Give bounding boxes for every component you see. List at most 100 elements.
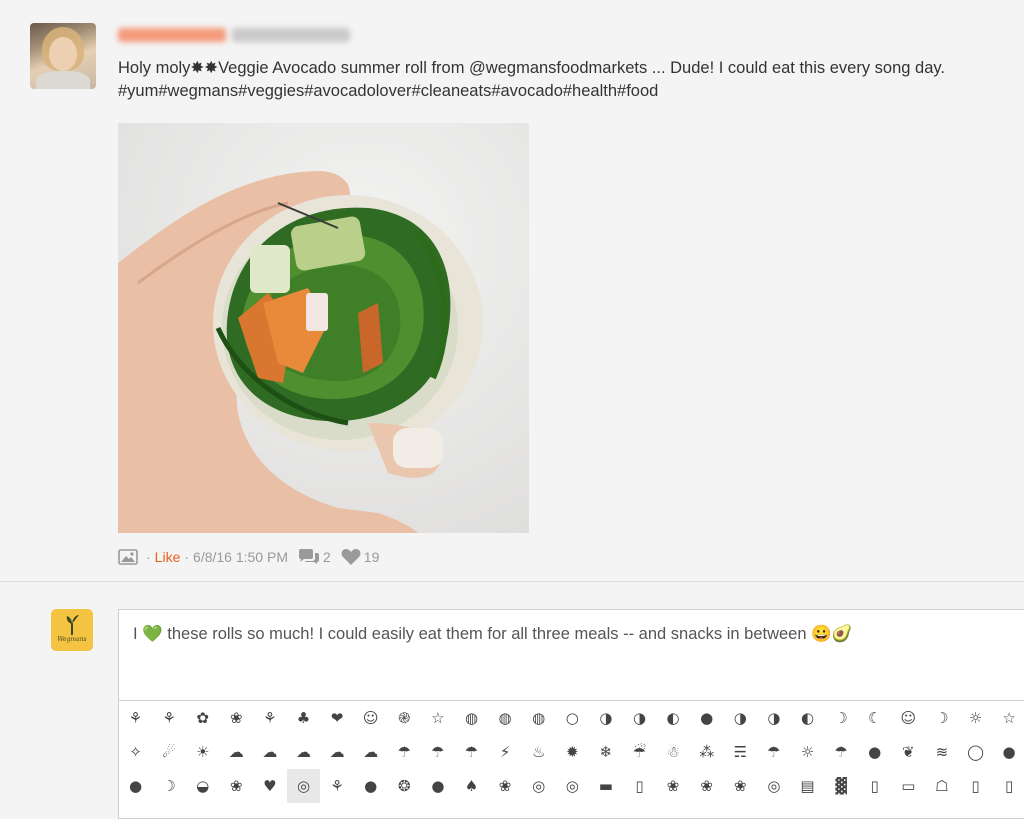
emoji-option[interactable]: ● — [690, 701, 723, 735]
emoji-option[interactable]: ⚘ — [321, 769, 354, 803]
post-photo[interactable] — [118, 123, 529, 533]
emoji-option[interactable]: ● — [421, 769, 454, 803]
emoji-option[interactable]: ☆ — [421, 701, 454, 735]
emoji-option[interactable]: ◑ — [757, 701, 790, 735]
emoji-option[interactable]: ⚘ — [153, 701, 186, 735]
emoji-option[interactable]: ❦ — [892, 735, 925, 769]
emoji-option[interactable]: ▭ — [892, 769, 925, 803]
comment-input[interactable]: I 💚 these rolls so much! I could easily … — [118, 609, 1024, 701]
reply-avatar[interactable]: Wegmans — [51, 609, 93, 651]
emoji-option[interactable]: ◑ — [623, 701, 656, 735]
emoji-option[interactable]: ✧ — [119, 735, 152, 769]
emoji-option[interactable]: ▯ — [993, 769, 1024, 803]
emoji-option[interactable]: ☂ — [388, 735, 421, 769]
post-timestamp[interactable]: 6/8/16 1:50 PM — [193, 546, 288, 568]
avatar-shirt — [36, 71, 90, 89]
emoji-option[interactable]: ⚘ — [253, 701, 286, 735]
emoji-option[interactable]: ○ — [556, 701, 589, 735]
emoji-option[interactable]: ☂ — [455, 735, 488, 769]
emoji-option[interactable]: ✹ — [556, 735, 589, 769]
emoji-option[interactable]: ☁ — [321, 735, 354, 769]
emoji-option[interactable]: ☃ — [657, 735, 690, 769]
emoji-option[interactable]: ▯ — [858, 769, 891, 803]
emoji-option[interactable]: ❀ — [220, 701, 253, 735]
emoji-option[interactable]: ◒ — [186, 769, 219, 803]
emoji-option[interactable]: ⚡ — [489, 735, 522, 769]
emoji-option[interactable]: ☼ — [791, 735, 824, 769]
emoji-option[interactable]: ☁ — [220, 735, 253, 769]
emoji-option[interactable]: ☺ — [892, 701, 925, 735]
emoji-option[interactable]: ◐ — [657, 701, 690, 735]
emoji-option[interactable]: ◯ — [959, 735, 992, 769]
divider — [0, 581, 1024, 582]
emoji-option[interactable]: ☁ — [253, 735, 286, 769]
emoji-option[interactable]: ☁ — [354, 735, 387, 769]
emoji-option[interactable]: ❀ — [657, 769, 690, 803]
emoji-option[interactable]: ☽ — [153, 769, 186, 803]
post-meta: · Like · 6/8/16 1:50 PM 2 19 — [118, 546, 379, 568]
emoji-option[interactable]: ☖ — [925, 769, 958, 803]
emoji-option[interactable]: ֎ — [388, 701, 421, 735]
emoji-option[interactable]: ● — [858, 735, 891, 769]
caption-hashtags[interactable]: #yum#wegmans#veggies#avocadolover#cleane… — [118, 80, 1018, 103]
emoji-option[interactable]: ◍ — [522, 701, 555, 735]
emoji-option[interactable]: ☄ — [153, 735, 186, 769]
emoji-option[interactable]: ♥ — [253, 769, 286, 803]
emoji-option[interactable]: ❀ — [220, 769, 253, 803]
emoji-option[interactable]: ☆ — [993, 701, 1024, 735]
emoji-option[interactable]: ☴ — [724, 735, 757, 769]
comments-count[interactable]: 2 — [298, 546, 331, 568]
emoji-option[interactable]: ❀ — [724, 769, 757, 803]
emoji-option[interactable]: ◎ — [757, 769, 790, 803]
emoji-option[interactable]: ◎ — [522, 769, 555, 803]
emoji-option[interactable]: ❄ — [589, 735, 622, 769]
emoji-option[interactable]: ❂ — [388, 769, 421, 803]
emoji-option[interactable]: ⚘ — [119, 701, 152, 735]
emoji-option[interactable]: ◍ — [455, 701, 488, 735]
emoji-option[interactable]: ● — [993, 735, 1024, 769]
emoji-option[interactable]: ☂ — [421, 735, 454, 769]
emoji-option[interactable]: ▯ — [959, 769, 992, 803]
emoji-option[interactable]: ▯ — [623, 769, 656, 803]
emoji-option[interactable]: ☁ — [287, 735, 320, 769]
emoji-option[interactable]: ▤ — [791, 769, 824, 803]
emoji-option[interactable]: ☂ — [825, 735, 858, 769]
emoji-option[interactable]: ♨ — [522, 735, 555, 769]
emoji-option[interactable]: ⁂ — [690, 735, 723, 769]
emoji-option[interactable]: ✿ — [186, 701, 219, 735]
post-caption: Holy moly✸✸Veggie Avocado summer roll fr… — [118, 57, 1018, 103]
emoji-option[interactable]: ☺ — [354, 701, 387, 735]
emoji-option[interactable]: ◐ — [791, 701, 824, 735]
emoji-option[interactable]: ♣ — [287, 701, 320, 735]
image-icon — [118, 549, 138, 565]
emoji-option[interactable]: ● — [354, 769, 387, 803]
emoji-option[interactable]: ◎ — [556, 769, 589, 803]
emoji-option[interactable]: ❤ — [321, 701, 354, 735]
meta-separator: · — [184, 549, 190, 565]
emoji-option[interactable]: ≋ — [925, 735, 958, 769]
emoji-option[interactable]: ▓ — [825, 769, 858, 803]
emoji-option[interactable]: ◍ — [489, 701, 522, 735]
emoji-option[interactable]: ◎ — [287, 769, 320, 803]
emoji-option[interactable]: ☽ — [925, 701, 958, 735]
summer-roll-photo — [118, 123, 529, 533]
emoji-option[interactable]: ☂ — [757, 735, 790, 769]
emoji-option[interactable]: ❀ — [489, 769, 522, 803]
emoji-option[interactable]: ● — [119, 769, 152, 803]
emoji-option[interactable]: ☀ — [186, 735, 219, 769]
like-link[interactable]: Like — [155, 546, 181, 568]
emoji-option[interactable]: ☔ — [623, 735, 656, 769]
emoji-option[interactable]: ▬ — [589, 769, 622, 803]
user-avatar[interactable] — [30, 23, 96, 89]
avatar-face — [49, 37, 77, 71]
likes-count[interactable]: 19 — [341, 546, 379, 568]
comment-text[interactable]: I 💚 these rolls so much! I could easily … — [133, 624, 852, 644]
emoji-option[interactable]: ☾ — [858, 701, 891, 735]
emoji-option[interactable]: ☼ — [959, 701, 992, 735]
emoji-option[interactable]: ◑ — [589, 701, 622, 735]
emoji-option[interactable]: ♠ — [455, 769, 488, 803]
emoji-option[interactable]: ☽ — [825, 701, 858, 735]
emoji-option[interactable]: ◑ — [724, 701, 757, 735]
emoji-option[interactable]: ❀ — [690, 769, 723, 803]
username-redacted[interactable] — [118, 26, 352, 44]
